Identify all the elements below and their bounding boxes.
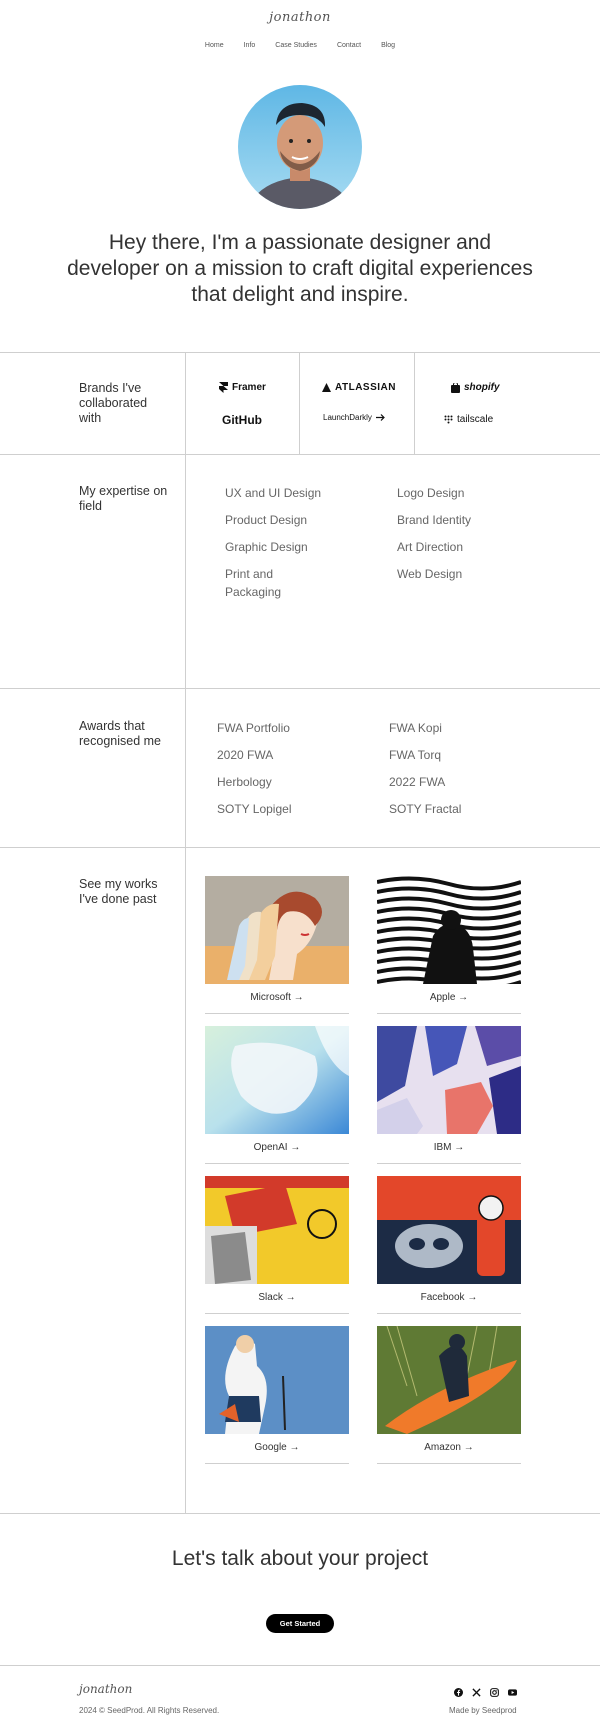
- divider: [377, 1313, 521, 1314]
- award-item: SOTY Lopigel: [217, 802, 292, 816]
- brands-label: Brands I've collaborated with: [79, 381, 148, 425]
- expertise-item: Product Design: [225, 513, 308, 527]
- work-thumbnail-facebook[interactable]: [377, 1176, 521, 1284]
- nav-case-studies[interactable]: Case Studies: [275, 42, 317, 49]
- facebook-icon[interactable]: [454, 1684, 463, 1697]
- tailscale-icon: [444, 415, 453, 424]
- work-thumbnail-ibm[interactable]: [377, 1026, 521, 1134]
- divider: [0, 847, 600, 848]
- divider: [0, 454, 600, 455]
- award-item: Herbology: [217, 775, 272, 789]
- youtube-icon[interactable]: [508, 1684, 517, 1696]
- divider: [377, 1163, 521, 1164]
- hero-statement: Hey there, I'm a passionate designer and…: [67, 231, 533, 306]
- arrow-right-icon: →: [467, 1292, 478, 1303]
- work-thumbnail-openai[interactable]: [205, 1026, 349, 1134]
- brand-atlassian: ATLASSIAN: [322, 382, 396, 393]
- divider: [0, 1665, 600, 1666]
- cta-heading: Let's talk about your project: [171, 1547, 429, 1570]
- divider: [377, 1013, 521, 1014]
- nav-blog[interactable]: Blog: [381, 42, 395, 49]
- instagram-icon[interactable]: [490, 1684, 499, 1697]
- award-item: FWA Portfolio: [217, 721, 290, 735]
- footer-logo[interactable]: jonathon: [79, 1682, 132, 1696]
- launchdarkly-arrow-icon: [375, 414, 385, 421]
- divider: [205, 1013, 349, 1014]
- work-thumbnail-microsoft[interactable]: [205, 876, 349, 984]
- column-divider: [185, 352, 186, 1513]
- awards-label: Awards that recognised me: [79, 719, 161, 748]
- column-divider: [414, 352, 415, 454]
- made-by-text: Made by Seedprod: [449, 1706, 517, 1715]
- award-item: FWA Kopi: [389, 721, 442, 735]
- divider: [0, 352, 600, 353]
- work-link-facebook[interactable]: Facebook →: [377, 1292, 521, 1303]
- arrow-right-icon: →: [458, 992, 469, 1003]
- x-icon[interactable]: [472, 1684, 481, 1697]
- expertise-item: Print and Packaging: [225, 567, 282, 599]
- arrow-right-icon: →: [293, 992, 304, 1003]
- brand-shopify: shopify: [451, 382, 500, 393]
- framer-icon: [219, 382, 228, 393]
- nav-home[interactable]: Home: [205, 42, 224, 49]
- divider: [0, 1513, 600, 1514]
- work-thumbnail-amazon[interactable]: [377, 1326, 521, 1434]
- arrow-right-icon: →: [289, 1442, 300, 1453]
- expertise-item: Graphic Design: [225, 540, 308, 554]
- avatar: [238, 85, 362, 209]
- copyright-text: 2024 © SeedProd. All Rights Reserved.: [79, 1706, 220, 1715]
- social-links: [454, 1684, 517, 1697]
- award-item: FWA Torq: [389, 748, 442, 762]
- brand-github: GitHub: [222, 413, 262, 427]
- atlassian-icon: [322, 383, 331, 392]
- divider: [0, 688, 600, 689]
- work-link-google[interactable]: Google →: [205, 1442, 349, 1453]
- award-item: 2020 FWA: [217, 748, 274, 762]
- divider: [377, 1463, 521, 1464]
- column-divider: [299, 352, 300, 454]
- work-link-microsoft[interactable]: Microsoft →: [205, 992, 349, 1003]
- brand-tailscale: tailscale: [444, 414, 493, 425]
- expertise-item: Brand Identity: [397, 513, 472, 527]
- works-label: See my works I've done past: [79, 877, 158, 906]
- nav-info[interactable]: Info: [244, 42, 256, 49]
- work-link-openai[interactable]: OpenAI →: [205, 1142, 349, 1153]
- work-link-apple[interactable]: Apple →: [377, 992, 521, 1003]
- arrow-right-icon: →: [454, 1142, 465, 1153]
- arrow-right-icon: →: [285, 1292, 296, 1303]
- work-link-ibm[interactable]: IBM →: [377, 1142, 521, 1153]
- brand-framer: Framer: [219, 382, 266, 393]
- shopify-bag-icon: [451, 382, 460, 393]
- nav-contact[interactable]: Contact: [337, 42, 361, 49]
- work-thumbnail-slack[interactable]: [205, 1176, 349, 1284]
- work-thumbnail-apple[interactable]: [377, 876, 521, 984]
- expertise-item: Art Direction: [397, 540, 464, 554]
- expertise-item: Logo Design: [397, 486, 465, 500]
- expertise-item: UX and UI Design: [225, 486, 322, 500]
- expertise-label: My expertise on field: [79, 484, 168, 513]
- award-item: 2022 FWA: [389, 775, 446, 789]
- arrow-right-icon: →: [290, 1142, 301, 1153]
- divider: [205, 1163, 349, 1164]
- get-started-button[interactable]: Get Started: [266, 1614, 334, 1633]
- site-logo[interactable]: jonathon: [0, 10, 600, 25]
- work-link-amazon[interactable]: Amazon →: [377, 1442, 521, 1453]
- divider: [205, 1313, 349, 1314]
- work-link-slack[interactable]: Slack →: [205, 1292, 349, 1303]
- divider: [205, 1463, 349, 1464]
- main-nav: Home Info Case Studies Contact Blog: [0, 42, 600, 49]
- work-thumbnail-google[interactable]: [205, 1326, 349, 1434]
- award-item: SOTY Fractal: [389, 802, 462, 816]
- brand-launchdarkly: LaunchDarkly: [323, 413, 385, 422]
- expertise-item: Web Design: [397, 567, 463, 581]
- arrow-right-icon: →: [463, 1442, 474, 1453]
